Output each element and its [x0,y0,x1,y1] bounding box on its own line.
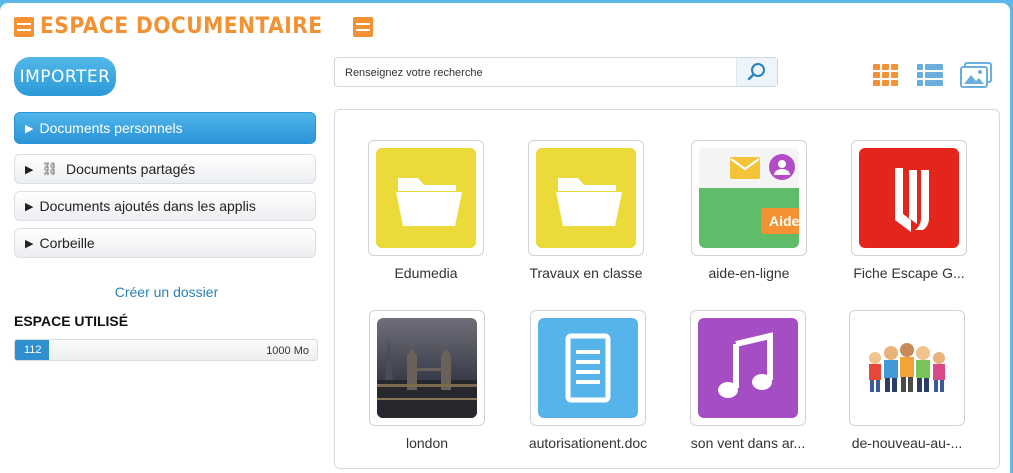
file-tile[interactable]: Aide aide-en-ligne [674,140,824,281]
file-tile[interactable]: Fiche Escape G... [834,140,984,281]
search-icon [747,63,765,81]
file-tile[interactable]: son vent dans ar... [673,310,823,451]
user-icon [769,154,795,180]
file-label: london [405,435,449,451]
create-folder-link[interactable]: Créer un dossier [14,284,319,300]
mail-icon [730,157,760,179]
file-tile[interactable]: Edumedia [351,140,501,281]
sidebar-item-label: Documents partagés [65,161,196,177]
help-badge: Aide [761,208,799,234]
sidebar-item-label: Documents ajoutés dans les applis [39,198,256,214]
sidebar-item-label: Corbeille [39,235,95,251]
view-switcher [872,62,992,88]
file-thumbnail [851,140,967,256]
file-thumbnail: Aide [691,140,807,256]
folder-icon [536,148,636,248]
storage-max: 1000 Mo [266,345,309,357]
file-thumbnail [690,310,806,426]
file-label: Edumedia [394,265,458,281]
sidebar-item-trash[interactable]: ▶ Corbeille [14,228,316,258]
page-title: ESPACE DOCUMENTAIRE [40,14,323,39]
escape-app-icon [859,148,959,248]
folder-icon [376,148,476,248]
file-thumbnail [530,310,646,426]
file-label: Travaux en classe [529,265,643,281]
storage-gauge: 112 1000 Mo [14,339,318,361]
file-thumbnail [368,140,484,256]
import-button[interactable]: IMPORTER [14,57,116,96]
sidebar-item-personal-documents[interactable]: ▶ Documents personnels [14,112,316,144]
file-label: Fiche Escape G... [853,265,965,281]
document-icon [538,318,638,418]
sidebar-item-label: Documents personnels [39,120,183,136]
sidebar-nav: ▶ Documents personnels ▶ ⛓ Documents par… [14,112,316,265]
file-label: de-nouveau-au-... [851,435,963,451]
file-tile[interactable]: Travaux en classe [511,140,661,281]
file-thumbnail [528,140,644,256]
expand-arrow-icon: ▶ [25,163,34,176]
expand-arrow-icon: ▶ [25,122,34,135]
file-label: aide-en-ligne [708,265,790,281]
grid-icon[interactable] [872,63,900,87]
sidebar-item-shared-documents[interactable]: ▶ ⛓ Documents partagés [14,154,316,184]
photo-thumbnail [377,318,477,418]
search-input[interactable] [335,58,747,88]
list-icon[interactable] [916,63,944,87]
file-tile[interactable]: london [352,310,502,451]
file-thumbnail [369,310,485,426]
drawer-icon [14,16,34,37]
children-illustration [857,318,957,418]
file-label: autorisationent.doc [528,435,648,451]
help-image: Aide [699,148,799,248]
file-label: son vent dans ar... [690,435,806,451]
music-note-icon [698,318,798,418]
page-header: ESPACE DOCUMENTAIRE [14,14,374,39]
expand-arrow-icon: ▶ [25,237,34,250]
file-thumbnail [849,310,965,426]
sidebar-item-app-documents[interactable]: ▶ Documents ajoutés dans les applis [14,191,316,221]
gallery-icon[interactable] [960,62,992,88]
share-icon: ⛓ [41,161,58,176]
file-tile[interactable]: de-nouveau-au-... [832,310,982,451]
search-button[interactable] [736,58,777,86]
file-tile[interactable]: autorisationent.doc [513,310,663,451]
expand-arrow-icon: ▶ [25,200,34,213]
storage-label: ESPACE UTILISÉ [14,313,129,329]
drawer-icon [353,16,374,37]
storage-gauge-fill: 112 [15,340,49,360]
search-bar [334,57,778,88]
